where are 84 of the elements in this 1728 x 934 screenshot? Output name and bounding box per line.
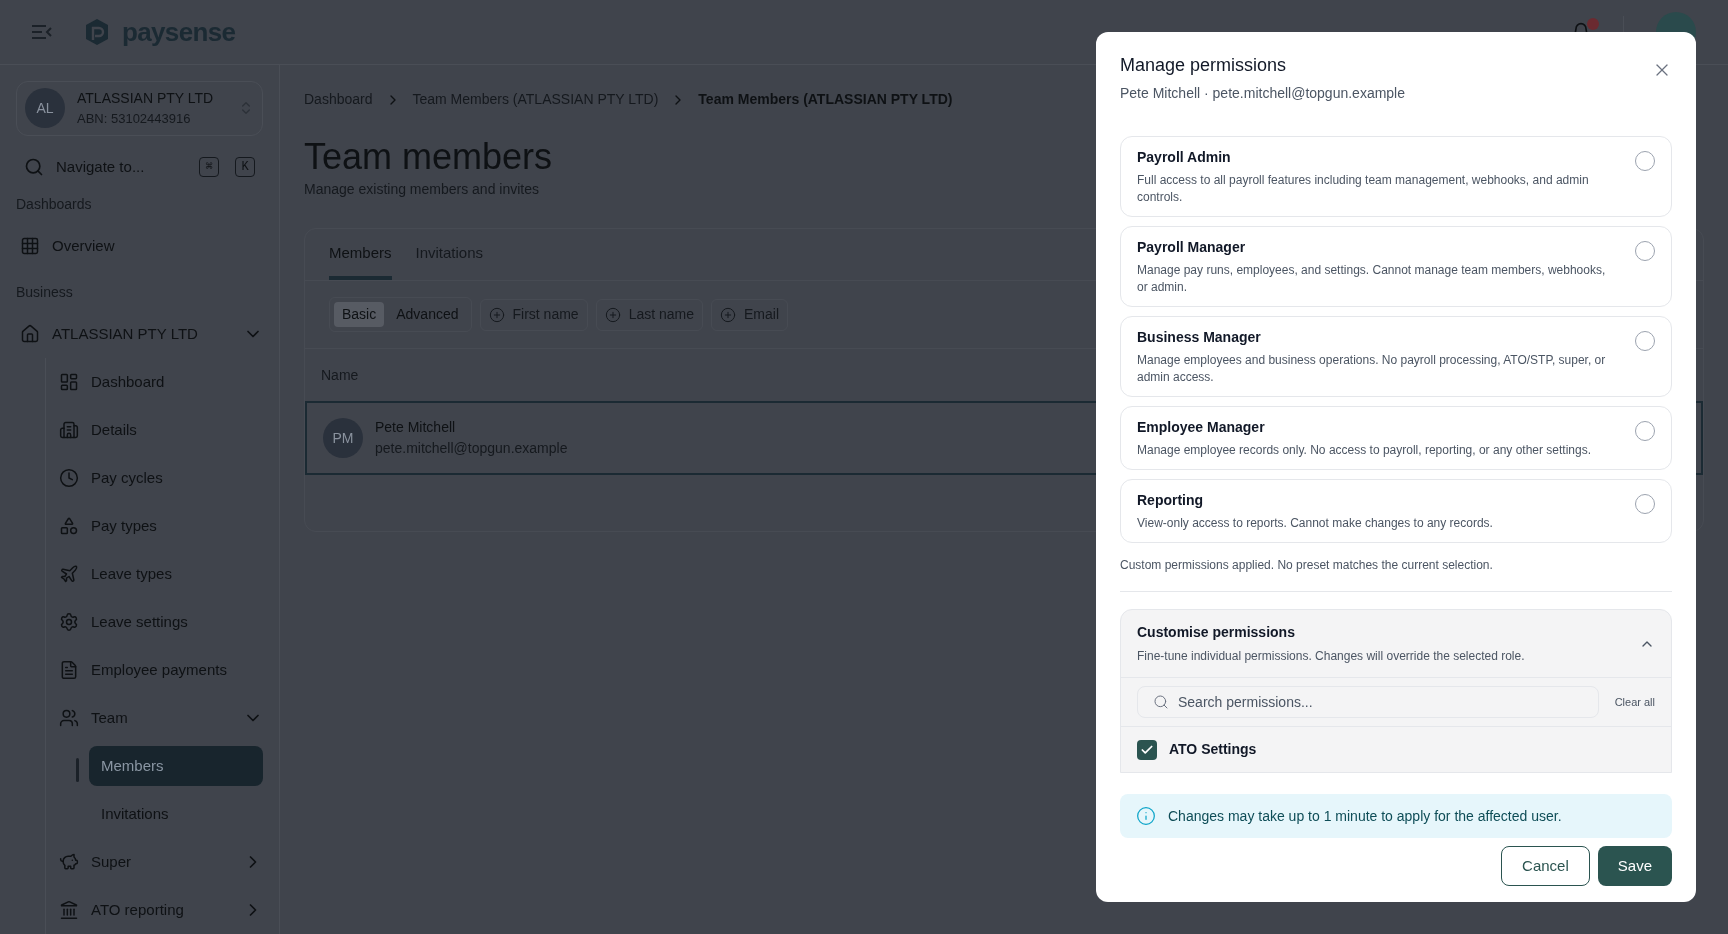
nav-icon <box>59 708 79 728</box>
organisation-name: ATLASSIAN PTY LTD <box>77 89 215 108</box>
member-avatar: PM <box>323 418 363 458</box>
nav-icon <box>59 564 79 584</box>
nav-label: Super <box>91 851 133 872</box>
role-option[interactable]: Business Manager Manage employees and business operations. No payroll processing, ATO/STP, super, or admin access. <box>1120 316 1672 397</box>
role-name: Employee Manager <box>1137 418 1266 437</box>
nav-label: Employee payments <box>91 659 228 680</box>
member-name: Pete Mitchell <box>375 418 457 437</box>
nav-label: Pay cycles <box>91 467 164 488</box>
nav-item[interactable]: Dashboard <box>1 358 279 406</box>
nav-item[interactable]: Overview <box>0 222 279 270</box>
checkbox[interactable] <box>1137 739 1157 760</box>
customise-description: Fine-tune individual permissions. Changes will override the selected role. <box>1137 648 1526 665</box>
role-description: Manage pay runs, employees, and settings. Cannot manage team members, webhooks, or admin. <box>1137 262 1607 296</box>
nav-icon <box>59 612 79 632</box>
search-icon <box>1153 694 1169 710</box>
role-description: Manage employee records only. No access to payroll, reporting, or any other settings. <box>1137 442 1592 459</box>
role-description: View-only access to reports. Cannot make changes to any records. <box>1137 515 1494 532</box>
nav-label: Pay types <box>91 515 158 536</box>
nav-item[interactable]: Team <box>1 694 279 742</box>
navigate-placeholder: Navigate to... <box>56 156 146 177</box>
search-icon <box>24 156 44 177</box>
plus-circle-icon <box>720 306 736 323</box>
nav-icon <box>59 900 79 920</box>
nav-label: Overview <box>52 235 116 256</box>
role-name: Payroll Manager <box>1137 238 1247 257</box>
page-title: Team members <box>304 135 553 179</box>
nav-label: Team <box>91 707 129 728</box>
nav-item[interactable]: ATLASSIAN PTY LTD <box>0 310 279 358</box>
nav-item[interactable]: Super <box>1 838 279 886</box>
organisation-avatar: AL <box>25 88 65 129</box>
nav-icon <box>59 852 79 872</box>
save-button[interactable]: Save <box>1597 846 1672 886</box>
nav-icon <box>20 324 40 344</box>
info-icon <box>1136 806 1156 826</box>
nav-label: Dashboard <box>91 371 166 392</box>
nav-item[interactable]: Pay cycles <box>1 454 279 502</box>
nav-item[interactable]: Pay types <box>1 502 279 550</box>
role-option[interactable]: Reporting View-only access to reports. Cannot make changes to any records. <box>1120 479 1672 543</box>
plus-circle-icon <box>604 306 621 323</box>
hexagon-logo-icon <box>84 18 110 46</box>
role-option[interactable]: Employee Manager Manage employee records only. No access to payroll, reporting, or any other settings. <box>1120 406 1672 470</box>
nav-icon <box>59 372 79 392</box>
nav-icon <box>59 660 79 680</box>
role-option[interactable]: Payroll Manager Manage pay runs, employees, and settings. Cannot manage team members, webhooks, or admin. <box>1120 226 1672 307</box>
tab[interactable]: Members <box>329 241 392 280</box>
nav-label: Leave types <box>91 563 173 584</box>
nav-icon <box>20 236 40 256</box>
nav-item[interactable]: ATO reporting <box>1 886 279 934</box>
nav-icon <box>59 420 79 440</box>
breadcrumb-link[interactable]: Team Members (ATLASSIAN PTY LTD) <box>698 89 953 110</box>
custom-permissions-note: Custom permissions applied. No preset matches the current selection. <box>1120 557 1494 574</box>
info-text: Changes may take up to 1 minute to apply for the affected user. <box>1168 806 1562 826</box>
customise-title: Customise permissions <box>1137 623 1296 642</box>
nav-item[interactable]: Leave settings <box>1 598 279 646</box>
menu-icon[interactable] <box>32 25 52 39</box>
nav-subitem[interactable]: Invitations <box>89 794 263 834</box>
nav-icon <box>59 516 79 536</box>
role-description: Manage employees and business operations. No payroll processing, ATO/STP, super, or admin access. <box>1137 352 1607 386</box>
filter-mode-option[interactable]: Advanced <box>388 302 467 327</box>
role-description: Full access to all payroll features including team management, webhooks, and admin controls. <box>1137 172 1590 206</box>
clear-all-link[interactable]: Clear all <box>1614 693 1655 711</box>
nav-item[interactable]: Details <box>1 406 279 454</box>
nav-item[interactable]: Leave types <box>1 550 279 598</box>
shortcut-key: ⌘ <box>199 156 219 177</box>
role-name: Business Manager <box>1137 328 1262 347</box>
dialog-subtitle: Pete Mitchell · pete.mitchell@topgun.example <box>1120 84 1407 103</box>
role-name: Reporting <box>1137 491 1205 510</box>
cancel-button[interactable]: Cancel <box>1501 846 1590 886</box>
nav-subitem[interactable]: Members <box>89 746 263 786</box>
plus-circle-icon <box>488 306 505 323</box>
nav-label: Details <box>91 419 138 440</box>
nav-label: ATLASSIAN PTY LTD <box>52 323 199 344</box>
nav-icon <box>59 468 79 488</box>
nav-label: ATO reporting <box>91 899 185 920</box>
search-field[interactable]: Search permissions... <box>1137 686 1599 718</box>
filter-mode-option[interactable]: Basic <box>334 302 385 327</box>
role-option[interactable]: Payroll Admin Full access to all payroll features including team management, webhooks, and admin controls. <box>1120 136 1672 217</box>
nav-label: Leave settings <box>91 611 189 632</box>
role-name: Payroll Admin <box>1137 148 1232 167</box>
dialog-title: Manage permissions <box>1120 54 1288 77</box>
nav-item[interactable]: Employee payments <box>1 646 279 694</box>
permission-label: ATO Settings <box>1169 740 1257 759</box>
